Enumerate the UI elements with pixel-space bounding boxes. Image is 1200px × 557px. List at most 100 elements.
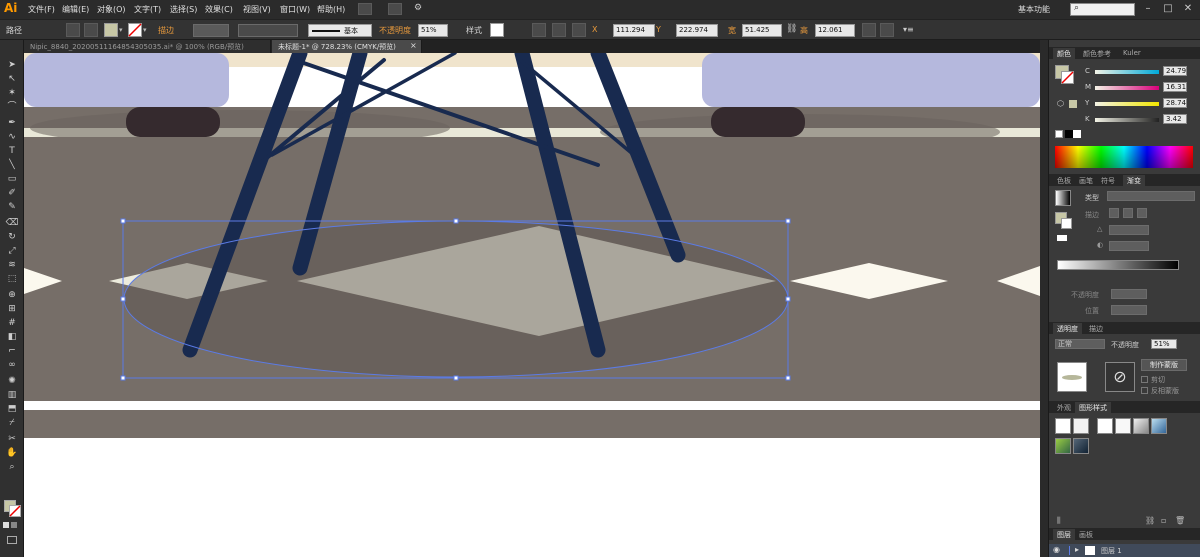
eyedropper-tool-icon[interactable]: ⌐ bbox=[5, 346, 19, 357]
gradient-angle-field[interactable] bbox=[1109, 225, 1149, 235]
expand-layer-icon[interactable]: ▸ bbox=[1075, 545, 1079, 554]
knife-tool-icon[interactable]: ✂ bbox=[5, 434, 19, 445]
perspective-grid-tool-icon[interactable]: ⊞ bbox=[5, 304, 19, 315]
slice-tool-icon[interactable]: ⌿ bbox=[5, 418, 19, 429]
tab-close-icon[interactable]: × bbox=[410, 41, 417, 50]
channel-m-value[interactable]: 16.31 bbox=[1163, 82, 1187, 92]
align-icon[interactable] bbox=[552, 23, 566, 37]
channel-m-slider[interactable] bbox=[1095, 86, 1159, 90]
clip-checkbox[interactable] bbox=[1141, 376, 1148, 383]
stroke-weight-field[interactable] bbox=[193, 24, 229, 37]
symbol-sprayer-tool-icon[interactable]: ✺ bbox=[5, 376, 19, 387]
gradient-aspect-field[interactable] bbox=[1109, 241, 1149, 251]
menu-view[interactable]: 视图(V) bbox=[243, 4, 271, 15]
graphic-style-4[interactable] bbox=[1115, 418, 1131, 434]
fill-dropdown-icon[interactable]: ▾ bbox=[119, 26, 123, 34]
stroke-label[interactable]: 描边 bbox=[158, 25, 174, 36]
arrange-documents-icon[interactable] bbox=[388, 3, 402, 15]
link-icon[interactable]: ⛓ bbox=[786, 24, 797, 34]
hand-tool-icon[interactable]: ✋ bbox=[5, 448, 19, 459]
graphic-style-6[interactable] bbox=[1151, 418, 1167, 434]
vertical-scrollbar[interactable] bbox=[1040, 40, 1048, 557]
gradient-mode-icon[interactable] bbox=[11, 522, 17, 528]
layer-name[interactable]: 图层 1 bbox=[1101, 546, 1122, 556]
in-gamut-swatch[interactable] bbox=[1069, 100, 1077, 108]
opacity-field[interactable]: 51% bbox=[418, 24, 448, 37]
color-stroke-box[interactable] bbox=[1061, 71, 1074, 84]
isolate-group-icon[interactable] bbox=[880, 23, 894, 37]
none-swatch[interactable] bbox=[1055, 130, 1063, 138]
graphic-style-default[interactable] bbox=[1055, 418, 1071, 434]
gradient-opacity-field[interactable] bbox=[1111, 289, 1147, 299]
visibility-eye-icon[interactable]: ◉ bbox=[1053, 545, 1060, 554]
white-swatch[interactable] bbox=[1073, 130, 1081, 138]
fill-swatch[interactable] bbox=[104, 23, 118, 37]
close-icon[interactable]: ✕ bbox=[1180, 3, 1196, 16]
reference-point-grid-icon[interactable] bbox=[572, 23, 586, 37]
channel-c-value[interactable]: 24.79 bbox=[1163, 66, 1187, 76]
menu-type[interactable]: 文字(T) bbox=[134, 4, 161, 15]
graphic-style-swatch[interactable] bbox=[490, 23, 504, 37]
panel-menu-icon[interactable]: ▾≡ bbox=[903, 25, 914, 34]
blend-tool-icon[interactable]: ∞ bbox=[5, 360, 19, 371]
make-mask-button[interactable]: 制作蒙版 bbox=[1141, 359, 1187, 371]
brush-definition-field[interactable]: 基本 bbox=[308, 24, 372, 37]
graphic-style-3[interactable] bbox=[1097, 418, 1113, 434]
recolor-icon[interactable] bbox=[532, 23, 546, 37]
menu-effect[interactable]: 效果(C) bbox=[205, 4, 233, 15]
channel-y-value[interactable]: 28.74 bbox=[1163, 98, 1187, 108]
out-of-gamut-icon[interactable]: ⬡ bbox=[1057, 99, 1064, 108]
tab-color-guide[interactable]: 颜色参考 bbox=[1079, 48, 1115, 59]
variable-width-field[interactable] bbox=[238, 24, 298, 37]
tab-kuler[interactable]: Kuler bbox=[1119, 48, 1145, 59]
gradient-slider[interactable] bbox=[1057, 260, 1179, 270]
zoom-tool-icon[interactable]: ⌕ bbox=[5, 462, 19, 473]
rotate-tool-icon[interactable]: ↻ bbox=[5, 232, 19, 243]
color-spectrum[interactable] bbox=[1055, 146, 1193, 168]
stroke-gradient-within-button[interactable] bbox=[1109, 208, 1119, 218]
channel-c-slider[interactable] bbox=[1095, 70, 1159, 74]
stroke-dropdown-icon[interactable]: ▾ bbox=[143, 26, 147, 34]
graphic-style-8[interactable] bbox=[1073, 438, 1089, 454]
graphic-style-5[interactable] bbox=[1133, 418, 1149, 434]
magic-wand-tool-icon[interactable]: ✶ bbox=[5, 88, 19, 99]
eraser-tool-icon[interactable]: ⌫ bbox=[5, 218, 19, 229]
column-graph-tool-icon[interactable]: ▥ bbox=[5, 390, 19, 401]
menu-object[interactable]: 对象(O) bbox=[97, 4, 126, 15]
tab-brushes[interactable]: 画笔 bbox=[1075, 175, 1097, 186]
tab-document-2[interactable]: 未标题-1* @ 728.23% (CMYK/预览) bbox=[272, 40, 422, 53]
paintbrush-tool-icon[interactable]: ✐ bbox=[5, 188, 19, 199]
line-tool-icon[interactable]: ╲ bbox=[5, 160, 19, 171]
delete-style-icon[interactable]: 🗑 bbox=[1175, 516, 1185, 525]
object-thumbnail[interactable] bbox=[1057, 362, 1087, 392]
tab-appearance[interactable]: 外观 bbox=[1053, 402, 1075, 413]
direct-selection-tool-icon[interactable]: ↖ bbox=[5, 74, 19, 85]
graphic-style-2[interactable] bbox=[1073, 418, 1089, 434]
gradient-position-field[interactable] bbox=[1111, 305, 1147, 315]
curvature-tool-icon[interactable]: ∿ bbox=[5, 132, 19, 143]
stroke-gradient-across-button[interactable] bbox=[1137, 208, 1147, 218]
search-input[interactable]: ⌕ bbox=[1070, 3, 1135, 16]
graphic-style-7[interactable] bbox=[1055, 438, 1071, 454]
menu-help[interactable]: 帮助(H) bbox=[317, 4, 345, 15]
tab-artboards[interactable]: 画板 bbox=[1075, 529, 1097, 540]
gradient-stroke-box[interactable] bbox=[1061, 218, 1072, 229]
isolate-icon[interactable] bbox=[66, 23, 80, 37]
new-style-icon[interactable]: ▫ bbox=[1161, 516, 1166, 525]
artboard-tool-icon[interactable]: ⬒ bbox=[5, 404, 19, 415]
break-link-icon[interactable]: ⛓ bbox=[1145, 516, 1155, 525]
artboard-canvas[interactable] bbox=[24, 53, 1040, 557]
selection-tool-icon[interactable]: ➤ bbox=[5, 60, 19, 71]
gradient-tool-icon[interactable]: ◧ bbox=[5, 332, 19, 343]
color-mode-icon[interactable] bbox=[3, 522, 9, 528]
maximize-icon[interactable]: □ bbox=[1160, 3, 1176, 16]
channel-y-slider[interactable] bbox=[1095, 102, 1159, 106]
x-field[interactable]: 111.294 bbox=[613, 24, 655, 37]
layer-row[interactable]: ◉ ▸ 图层 1 bbox=[1049, 544, 1200, 557]
blend-mode-select[interactable]: 正常 bbox=[1055, 339, 1105, 349]
lasso-tool-icon[interactable]: ⌒ bbox=[5, 102, 19, 113]
style-library-icon[interactable]: ⫼ bbox=[1057, 516, 1061, 526]
height-field[interactable]: 12.061 bbox=[815, 24, 855, 37]
channel-k-value[interactable]: 3.42 bbox=[1163, 114, 1187, 124]
width-field[interactable]: 51.425 bbox=[742, 24, 782, 37]
